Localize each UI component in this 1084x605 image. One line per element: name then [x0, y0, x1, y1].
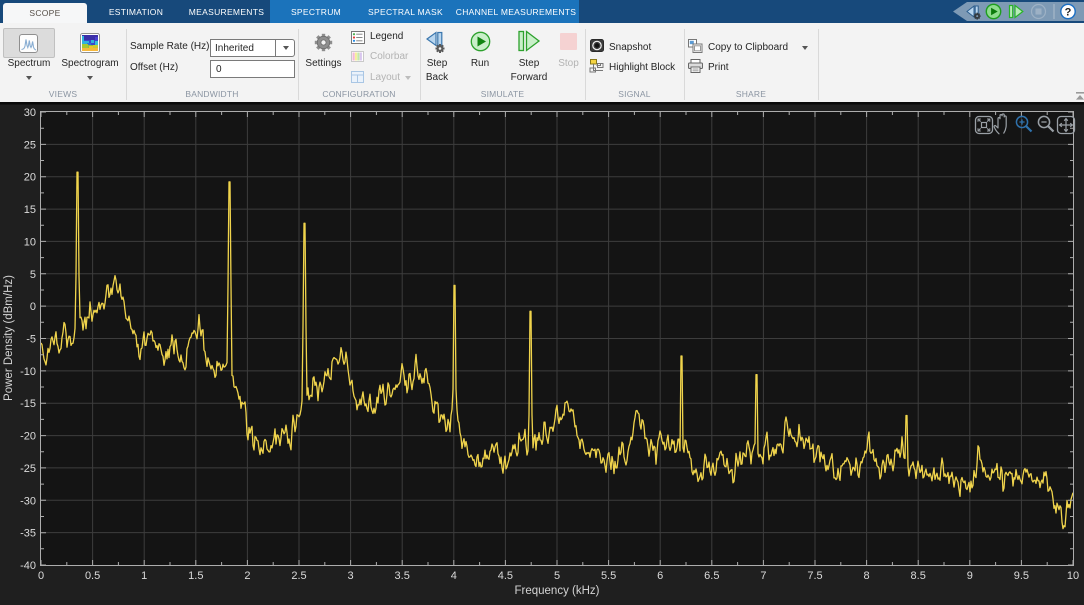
svg-text:10: 10 — [1067, 570, 1079, 582]
svg-text:-20: -20 — [20, 431, 36, 443]
svg-text:6.5: 6.5 — [704, 570, 719, 582]
svg-text:3: 3 — [348, 570, 354, 582]
svg-text:-5: -5 — [26, 334, 36, 346]
svg-text:5.5: 5.5 — [601, 570, 616, 582]
svg-text:Power Density (dBm/Hz): Power Density (dBm/Hz) — [3, 275, 15, 401]
svg-text:-15: -15 — [20, 398, 36, 410]
svg-text:8.5: 8.5 — [911, 570, 926, 582]
svg-text:9: 9 — [967, 570, 973, 582]
svg-text:4: 4 — [451, 570, 457, 582]
svg-text:6: 6 — [657, 570, 663, 582]
svg-text:-10: -10 — [20, 366, 36, 378]
svg-text:?: ? — [1065, 7, 1072, 19]
svg-text:-30: -30 — [20, 495, 36, 507]
svg-text:-40: -40 — [20, 560, 36, 572]
svg-text:7.5: 7.5 — [807, 570, 822, 582]
svg-text:2.5: 2.5 — [291, 570, 306, 582]
svg-text:9.5: 9.5 — [1014, 570, 1029, 582]
svg-text:0: 0 — [38, 570, 44, 582]
svg-text:5: 5 — [554, 570, 560, 582]
svg-text:-25: -25 — [20, 463, 36, 475]
svg-text:2: 2 — [244, 570, 250, 582]
svg-text:1: 1 — [141, 570, 147, 582]
svg-text:3.5: 3.5 — [395, 570, 410, 582]
svg-text:0: 0 — [30, 301, 36, 313]
svg-text:10: 10 — [24, 236, 36, 248]
svg-text:-35: -35 — [20, 528, 36, 540]
svg-text:1.5: 1.5 — [188, 570, 203, 582]
svg-text:5: 5 — [30, 269, 36, 281]
svg-text:7: 7 — [760, 570, 766, 582]
svg-text:4.5: 4.5 — [498, 570, 513, 582]
svg-text:25: 25 — [24, 139, 36, 151]
svg-text:8: 8 — [864, 570, 870, 582]
svg-text:0.5: 0.5 — [85, 570, 100, 582]
svg-text:15: 15 — [24, 204, 36, 216]
svg-text:Frequency (kHz): Frequency (kHz) — [515, 585, 600, 597]
svg-text:30: 30 — [24, 107, 36, 119]
svg-text:20: 20 — [24, 172, 36, 184]
